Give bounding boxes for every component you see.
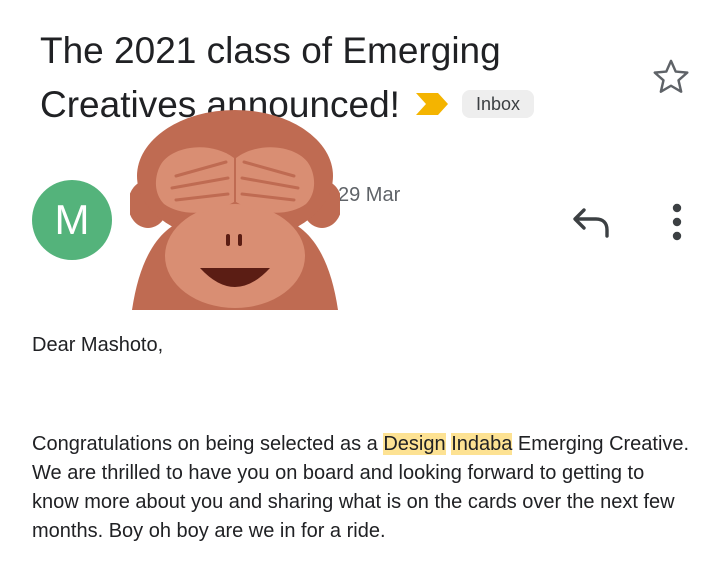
more-vert-icon[interactable] bbox=[662, 200, 692, 244]
body-text-part: Congratulations on being selected as a bbox=[32, 433, 384, 455]
email-date: 29 Mar bbox=[338, 184, 401, 206]
email-greeting: Dear Mashoto, bbox=[32, 334, 164, 356]
email-body: Congratulations on being selected as a D… bbox=[32, 430, 692, 546]
inbox-label-chip[interactable]: Inbox bbox=[461, 90, 535, 119]
sender-avatar[interactable]: M bbox=[32, 180, 112, 260]
star-icon[interactable] bbox=[650, 56, 692, 98]
see-no-evil-monkey-sticker bbox=[130, 110, 340, 310]
reply-icon[interactable] bbox=[570, 204, 612, 240]
highlighted-term: Design bbox=[383, 433, 446, 455]
highlighted-term: Indaba bbox=[451, 433, 513, 455]
importance-marker-icon[interactable] bbox=[414, 91, 450, 117]
